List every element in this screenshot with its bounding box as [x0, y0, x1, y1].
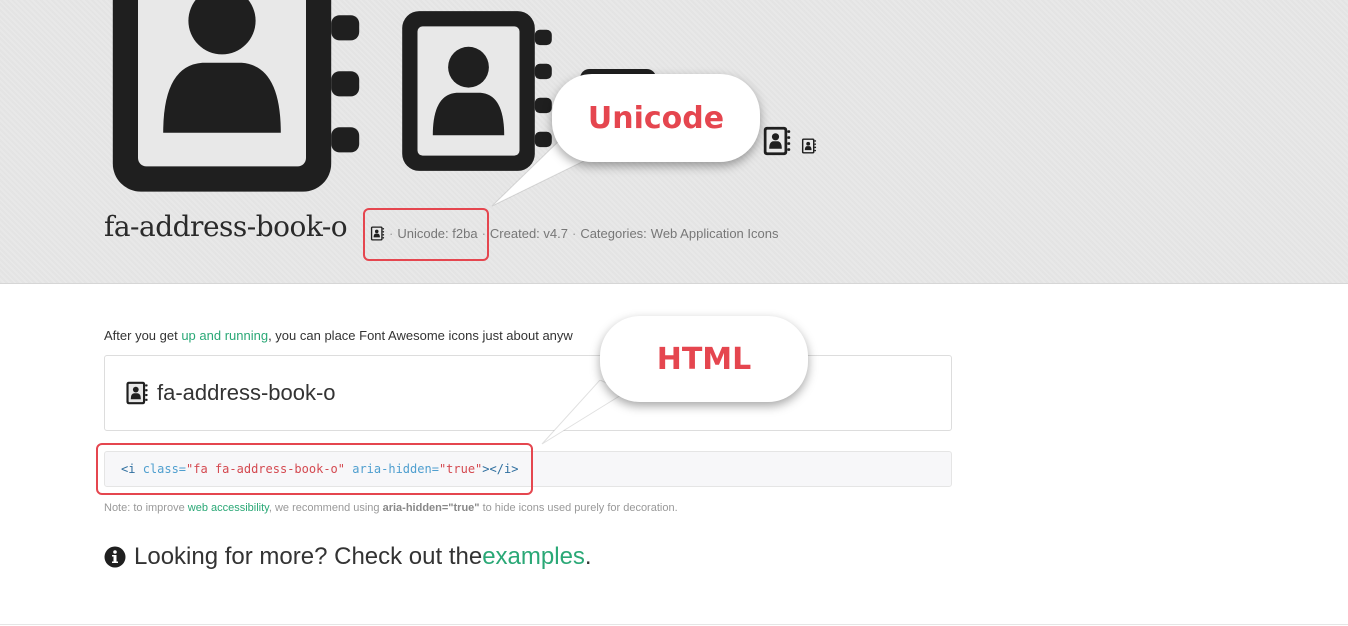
- intro-prefix: After you get: [104, 328, 182, 343]
- note-middle: , we recommend using: [268, 502, 383, 514]
- category-link[interactable]: Web Application Icons: [651, 226, 779, 241]
- address-book-o-icon: [96, 0, 376, 200]
- demo-label: fa-address-book-o: [157, 380, 336, 405]
- more-prefix: Looking for more? Check out the: [134, 543, 483, 570]
- more-examples: Looking for more? Check out the examples…: [104, 543, 592, 571]
- unicode-callout: Unicode: [552, 74, 760, 162]
- unicode-highlight-box: [363, 208, 489, 261]
- intro-suffix: , you can place Font Awesome icons just …: [268, 328, 573, 343]
- address-book-o-icon: [125, 381, 149, 405]
- more-suffix: .: [584, 543, 592, 570]
- html-callout-label: HTML: [656, 341, 752, 377]
- intro-text: After you get up and running, you can pl…: [104, 328, 573, 343]
- page-title: fa-address-book-o: [104, 210, 348, 243]
- examples-link[interactable]: examples: [482, 543, 585, 571]
- html-callout: HTML: [600, 316, 808, 402]
- icon-demo-box: fa-address-book-o: [104, 355, 952, 431]
- accessibility-note: Note: to improve web accessibility, we r…: [104, 502, 678, 514]
- meta-separator: ·: [571, 226, 577, 241]
- created-version: Created: v4.7: [489, 226, 568, 241]
- note-bold: aria-hidden="true": [382, 502, 480, 514]
- html-highlight-box: [96, 443, 533, 495]
- categories-label: Categories:: [580, 226, 647, 241]
- info-circle-icon: [104, 546, 126, 568]
- web-accessibility-link[interactable]: web accessibility: [188, 502, 269, 514]
- divider: [0, 624, 1348, 625]
- up-and-running-link[interactable]: up and running: [181, 328, 268, 343]
- address-book-o-icon: [762, 126, 792, 156]
- address-book-o-icon: [801, 138, 817, 154]
- unicode-callout-label: Unicode: [587, 100, 725, 136]
- note-suffix: to hide icons used purely for decoration…: [479, 502, 678, 514]
- note-prefix: Note: to improve: [104, 502, 188, 514]
